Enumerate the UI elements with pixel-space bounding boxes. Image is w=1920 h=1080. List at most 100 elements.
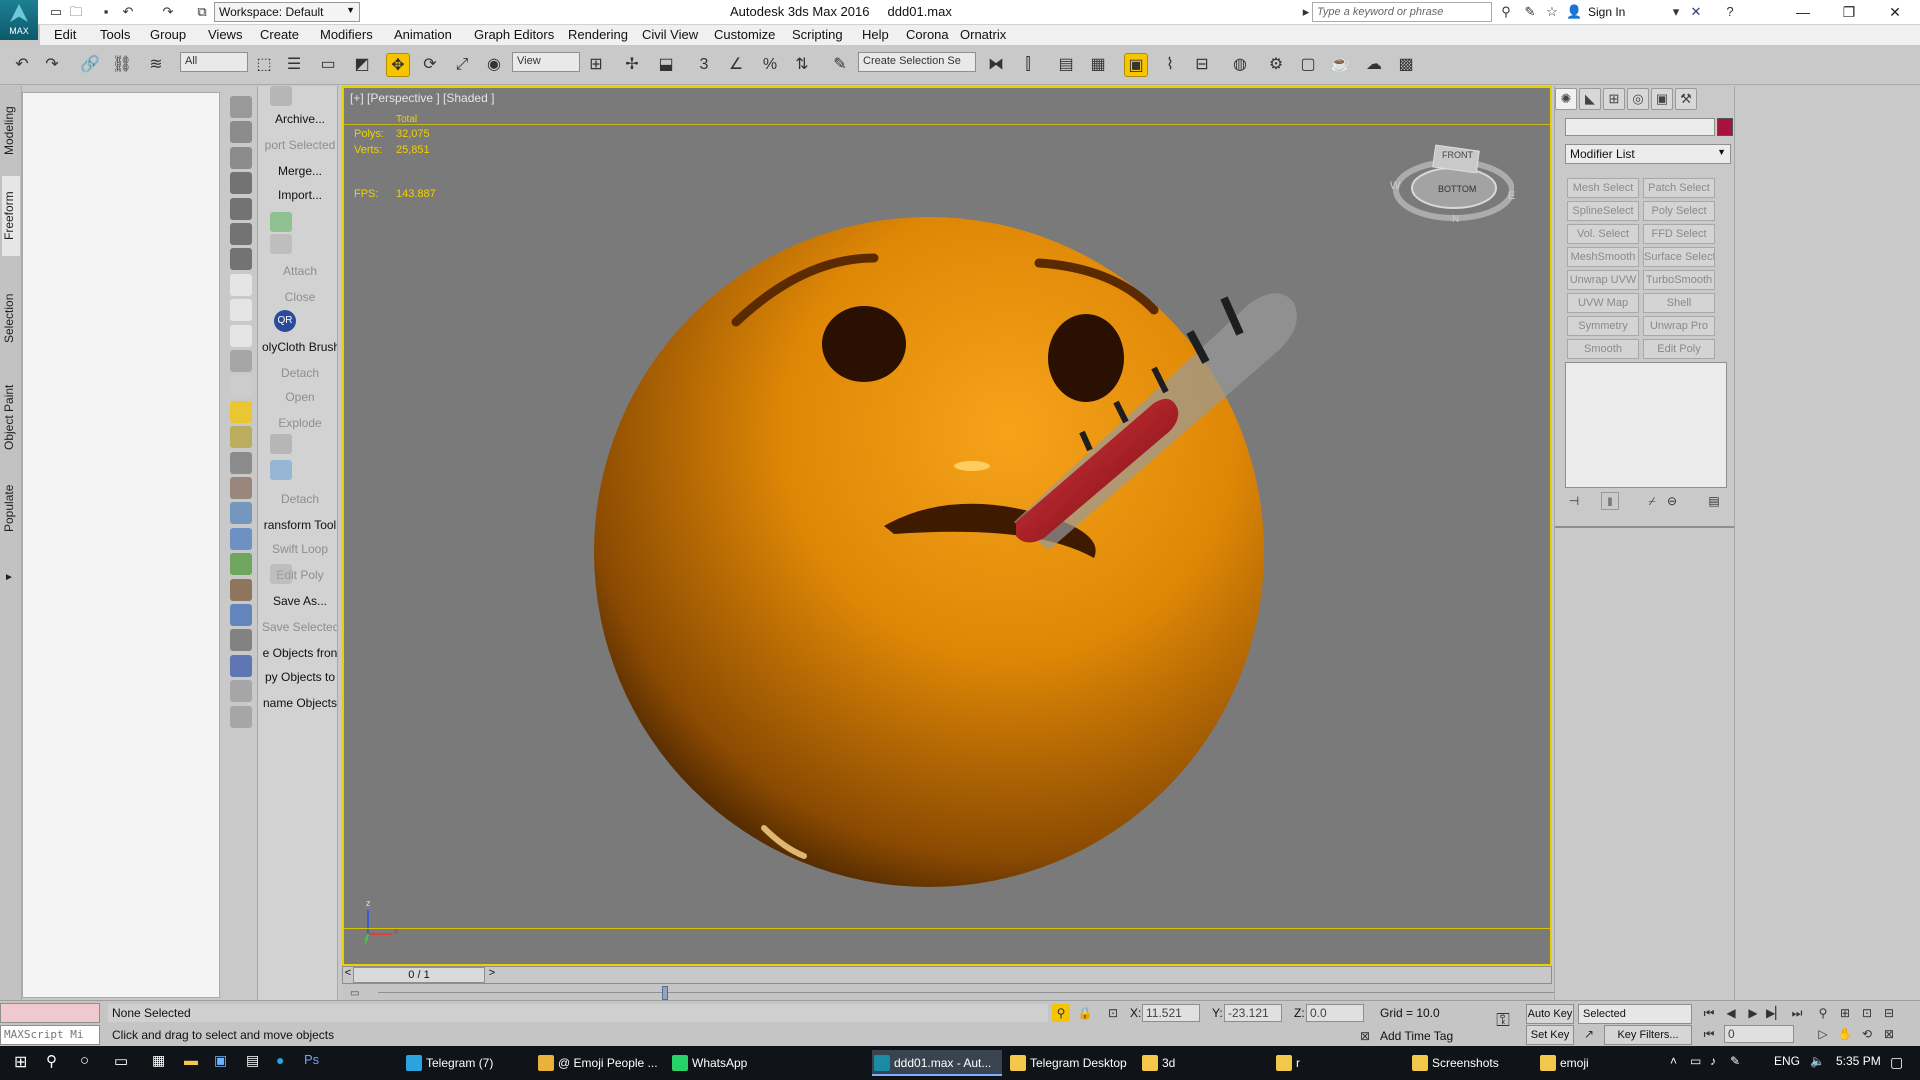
desktop-icon[interactable]: ▣: [214, 1052, 227, 1069]
command-swift-loop-button[interactable]: Swift Loop: [262, 538, 337, 560]
isolate-selection-icon[interactable]: ⚲: [1052, 1004, 1070, 1022]
key-mode-dropdown[interactable]: Selected: [1578, 1004, 1692, 1024]
app-menu-button[interactable]: MAX: [0, 0, 38, 40]
object-name-field[interactable]: [1565, 118, 1715, 136]
command-name-objects-button[interactable]: name Objects: [262, 692, 337, 714]
tab-selection[interactable]: Selection: [2, 282, 20, 354]
emoji-head[interactable]: [594, 217, 1264, 887]
modify-tab-icon[interactable]: ◣: [1579, 88, 1601, 110]
menu-group[interactable]: Group: [150, 27, 186, 42]
schematic-view-icon[interactable]: ⊟: [1190, 53, 1214, 77]
configure-modifier-sets-icon[interactable]: ▤: [1705, 492, 1723, 510]
sub-object-icon[interactable]: [230, 680, 252, 703]
field-of-view-icon[interactable]: ▷: [1814, 1025, 1832, 1043]
modifier-uvw-map-button[interactable]: UVW Map: [1567, 293, 1639, 313]
speaker-icon[interactable]: 🔈: [1810, 1054, 1825, 1068]
keyboard-shortcut-override-icon[interactable]: ⬓: [654, 53, 678, 77]
shield-icon[interactable]: [270, 86, 292, 106]
sphere-2-icon[interactable]: [230, 604, 252, 626]
go-to-start-icon[interactable]: ⏮: [1700, 1004, 1718, 1022]
link-icon[interactable]: 🔗: [78, 53, 102, 77]
light-icon[interactable]: [230, 400, 252, 423]
volume-icon[interactable]: ♪: [1710, 1054, 1716, 1068]
menu-help[interactable]: Help: [862, 27, 889, 42]
shield-icon[interactable]: [270, 234, 292, 254]
next-frame-icon[interactable]: ▶▏: [1766, 1004, 1784, 1022]
spinner-snap-icon[interactable]: ⇅: [790, 53, 814, 77]
close-button[interactable]: ✕: [1872, 0, 1918, 25]
maxscript-mini-listener[interactable]: MAXScript Mi: [0, 1025, 100, 1045]
redo-icon[interactable]: ↷: [40, 53, 64, 77]
network-icon[interactable]: ▭: [1690, 1054, 1701, 1068]
menu-customize[interactable]: Customize: [714, 27, 775, 42]
key-filters-button[interactable]: Key Filters...: [1604, 1025, 1692, 1045]
command-explode-button[interactable]: Explode: [262, 412, 337, 434]
command-olycloth-brush-button[interactable]: olyCloth Brush: [262, 336, 337, 358]
clock[interactable]: 5:35 PM: [1836, 1054, 1881, 1068]
search-input[interactable]: Type a keyword or phrase: [1312, 2, 1492, 22]
command-ransform-tool-button[interactable]: ransform Tool: [262, 514, 337, 536]
set-key-button[interactable]: Set Key: [1526, 1025, 1574, 1045]
modifier-list-dropdown[interactable]: Modifier List ▼: [1565, 144, 1731, 164]
tray-chevron-icon[interactable]: ˄: [1670, 1054, 1677, 1068]
helper-icon[interactable]: [230, 426, 252, 449]
selection-lock-icon[interactable]: 🔒: [1076, 1004, 1094, 1022]
sign-in-link[interactable]: Sign In: [1588, 5, 1625, 19]
redo-icon[interactable]: ↷: [160, 4, 176, 20]
image-icon[interactable]: [270, 212, 292, 232]
menu-scripting[interactable]: Scripting: [792, 27, 843, 42]
cone-icon[interactable]: [230, 375, 252, 398]
object-color-swatch[interactable]: [1717, 118, 1733, 136]
modifier-poly-select-button[interactable]: Poly Select: [1643, 201, 1715, 221]
ribbon-toggle-icon[interactable]: ◂: [2, 568, 20, 588]
command-port-selected-button[interactable]: port Selected: [262, 134, 337, 156]
command-detach-button[interactable]: Detach: [262, 362, 337, 384]
menu-ornatrix[interactable]: Ornatrix: [960, 27, 1006, 42]
minimize-button[interactable]: —: [1780, 0, 1826, 25]
x-coordinate-field[interactable]: 11.521: [1142, 1004, 1200, 1022]
create-icon[interactable]: [230, 96, 252, 118]
store-icon[interactable]: ▦: [152, 1052, 165, 1069]
modifier-edit-poly-button[interactable]: Edit Poly: [1643, 339, 1715, 359]
notifications-icon[interactable]: ▢: [1890, 1054, 1903, 1071]
rock-icon[interactable]: [230, 578, 252, 601]
plane-icon[interactable]: [230, 273, 252, 296]
command-merge-button[interactable]: Merge...: [262, 160, 337, 182]
menu-views[interactable]: Views: [208, 27, 242, 42]
command-open-button[interactable]: Open: [262, 386, 337, 408]
camera-icon[interactable]: [230, 197, 252, 220]
make-unique-icon[interactable]: ⌿: [1643, 492, 1661, 510]
render-in-cloud-icon[interactable]: ☁: [1362, 53, 1386, 77]
go-to-end-icon[interactable]: ⏭: [1788, 1004, 1806, 1022]
circle-icon[interactable]: [230, 299, 252, 322]
select-and-scale-icon[interactable]: ⤢: [450, 53, 474, 77]
orbit-icon[interactable]: ⟲: [1858, 1025, 1876, 1043]
pan-view-icon[interactable]: ✋: [1836, 1025, 1854, 1043]
previous-frame-icon[interactable]: ◀: [1722, 1004, 1740, 1022]
select-manipulate-icon[interactable]: ✢: [620, 53, 644, 77]
photoshop-icon[interactable]: Ps: [304, 1052, 319, 1067]
taskbar-app-whatsapp[interactable]: WhatsApp: [670, 1050, 790, 1076]
skype-icon[interactable]: ●: [276, 1052, 284, 1068]
modifier-turbosmooth-button[interactable]: TurboSmooth: [1643, 270, 1715, 290]
menu-graph-editors[interactable]: Graph Editors: [474, 27, 554, 42]
viewcube[interactable]: FRONT BOTTOM W E N: [1384, 128, 1515, 228]
cortana-icon[interactable]: ○: [80, 1052, 89, 1069]
zoom-all-icon[interactable]: ⊞: [1836, 1004, 1854, 1022]
remove-modifier-icon[interactable]: ⊖: [1663, 492, 1681, 510]
render-icon[interactable]: [230, 223, 252, 245]
named-selection-dropdown[interactable]: Create Selection Se: [858, 52, 976, 72]
menu-animation[interactable]: Animation: [394, 27, 452, 42]
maximize-viewport-icon[interactable]: ⊠: [1880, 1025, 1898, 1043]
terrain-icon[interactable]: [230, 477, 252, 499]
scene-explorer-icon[interactable]: ▤: [1054, 53, 1078, 77]
render-setup-icon[interactable]: ⚙: [1264, 53, 1288, 77]
placement-icon[interactable]: ◉: [482, 53, 506, 77]
pivot-center-icon[interactable]: ⊞: [584, 53, 608, 77]
particle-icon[interactable]: [230, 451, 252, 474]
command-e-objects-fron-button[interactable]: e Objects fron: [262, 642, 337, 664]
taskbar-app-3d[interactable]: 3d: [1140, 1050, 1270, 1076]
modifier-mesh-select-button[interactable]: Mesh Select: [1567, 178, 1639, 198]
selection-filter-dropdown[interactable]: All: [180, 52, 248, 72]
modifier-ffd-select-button[interactable]: FFD Select: [1643, 224, 1715, 244]
